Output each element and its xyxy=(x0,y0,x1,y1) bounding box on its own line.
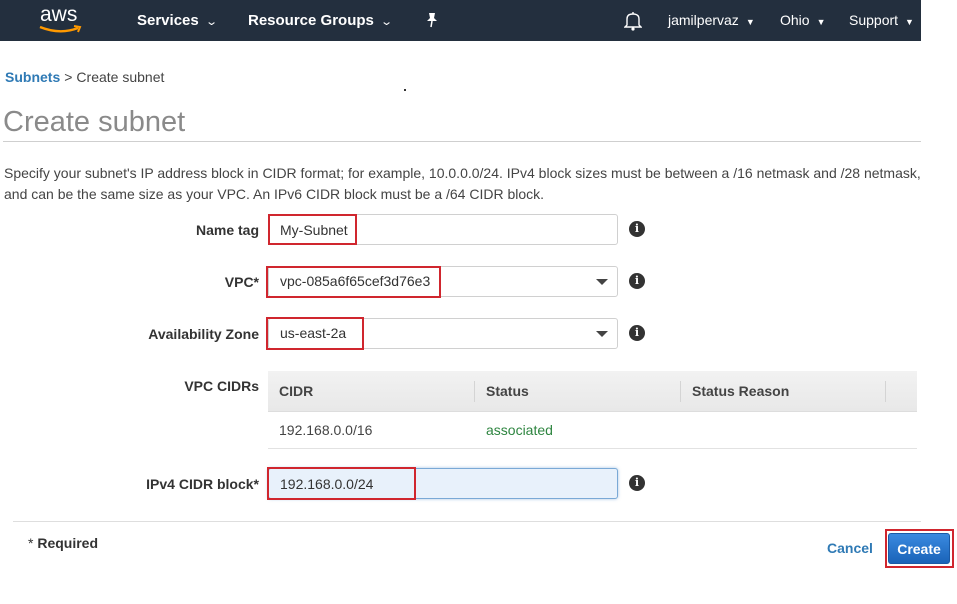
user-label: jamilpervaz xyxy=(668,12,739,28)
create-highlight xyxy=(885,529,954,568)
services-menu[interactable]: Services ⌄ xyxy=(137,0,218,41)
services-label: Services xyxy=(137,12,199,29)
chevron-down-icon: ⌄ xyxy=(380,16,393,28)
ipv4-cidr-input[interactable] xyxy=(268,468,618,499)
info-icon[interactable]: i xyxy=(629,325,645,341)
aws-smile-icon xyxy=(39,25,82,33)
column-header-status[interactable]: Status xyxy=(475,371,681,412)
column-header-status-reason[interactable]: Status Reason xyxy=(681,371,886,412)
name-tag-input[interactable] xyxy=(268,214,618,245)
bell-icon[interactable] xyxy=(623,11,643,36)
required-note: * Required xyxy=(28,535,98,551)
user-menu[interactable]: jamilpervaz ▼ xyxy=(668,0,755,41)
region-label: Ohio xyxy=(780,12,810,28)
cancel-button[interactable]: Cancel xyxy=(827,540,873,556)
breadcrumb-subnets-link[interactable]: Subnets xyxy=(5,69,60,85)
resource-groups-label: Resource Groups xyxy=(248,12,374,29)
breadcrumb: Subnets > Create subnet xyxy=(5,69,164,85)
region-menu[interactable]: Ohio ▼ xyxy=(780,0,826,41)
aws-logo[interactable]: aws xyxy=(38,3,84,36)
availability-zone-label: Availability Zone xyxy=(148,326,259,342)
chevron-down-icon: ⌄ xyxy=(204,16,218,28)
aws-logo-text: aws xyxy=(40,3,78,26)
column-header-cidr[interactable]: CIDR xyxy=(268,371,475,412)
support-menu[interactable]: Support ▼ xyxy=(849,0,914,41)
cell-status: associated xyxy=(486,422,553,438)
breadcrumb-separator: > xyxy=(64,69,73,85)
vpc-cidrs-table: CIDR Status Status Reason 192.168.0.0/16… xyxy=(268,371,917,449)
required-label: Required xyxy=(37,535,99,551)
info-icon[interactable]: i xyxy=(629,475,645,491)
availability-zone-value: us-east-2a xyxy=(280,325,347,341)
table-header: CIDR Status Status Reason xyxy=(268,371,917,412)
ipv4-cidr-label: IPv4 CIDR block* xyxy=(146,476,259,492)
info-icon[interactable]: i xyxy=(629,273,645,289)
pin-icon[interactable] xyxy=(425,12,439,33)
page-description: Specify your subnet's IP address block i… xyxy=(4,165,921,202)
breadcrumb-current: Create subnet xyxy=(76,69,165,85)
support-label: Support xyxy=(849,12,899,28)
footer-divider xyxy=(13,521,921,522)
cell-status-reason xyxy=(681,412,886,448)
name-tag-label: Name tag xyxy=(195,222,259,238)
info-icon[interactable]: i xyxy=(629,221,645,237)
page-title: Create subnet xyxy=(3,106,186,138)
title-divider xyxy=(3,141,921,142)
stray-dot xyxy=(404,89,406,91)
caret-down-icon: ▼ xyxy=(816,17,826,27)
vpc-select-value: vpc-085a6f65cef3d76e3 xyxy=(280,273,431,289)
vpc-cidrs-label: VPC CIDRs xyxy=(184,378,259,394)
column-header-spacer xyxy=(886,371,917,412)
caret-down-icon: ▼ xyxy=(745,17,755,27)
dropdown-arrow-icon xyxy=(596,279,608,285)
cell-cidr: 192.168.0.0/16 xyxy=(279,422,373,438)
table-row: 192.168.0.0/16 associated xyxy=(268,412,917,449)
availability-zone-select[interactable]: us-east-2a xyxy=(268,318,618,349)
dropdown-arrow-icon xyxy=(596,331,608,337)
required-asterisk: * xyxy=(28,535,34,551)
vpc-select[interactable]: vpc-085a6f65cef3d76e3 xyxy=(268,266,618,297)
top-navigation-bar: aws Services ⌄ Resource Groups ⌄ jamilperv… xyxy=(0,0,921,41)
vpc-label: VPC* xyxy=(224,274,259,290)
caret-down-icon: ▼ xyxy=(905,17,914,27)
resource-groups-menu[interactable]: Resource Groups ⌄ xyxy=(248,0,393,41)
